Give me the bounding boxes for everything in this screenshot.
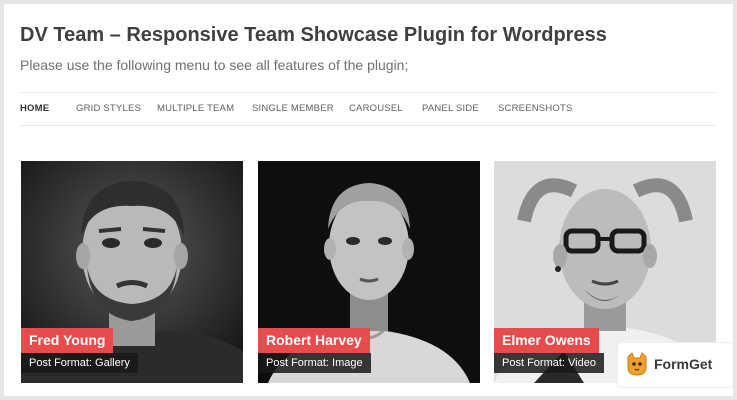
site-description: Please use the following menu to see all… [20, 57, 409, 73]
nav-top-divider [20, 92, 717, 93]
cat-logo-icon [627, 352, 647, 376]
formget-badge[interactable]: FormGet [618, 343, 733, 387]
member-name[interactable]: Elmer Owens [494, 328, 599, 353]
menu-item-carousel[interactable]: CAROUSEL [349, 103, 403, 114]
team-member-card[interactable]: Fred Young Post Format: Gallery [21, 161, 243, 383]
member-name[interactable]: Fred Young [21, 328, 114, 353]
post-format-label: Post Format: Gallery [21, 353, 138, 373]
site-title[interactable]: DV Team – Responsive Team Showcase Plugi… [20, 24, 607, 47]
member-name[interactable]: Robert Harvey [258, 328, 370, 353]
nav-bottom-divider [20, 125, 717, 126]
menu-item-multiple-team[interactable]: MULTIPLE TEAM [157, 103, 234, 114]
formget-logo-text: FormGet [654, 356, 713, 372]
post-format-label: Post Format: Video [494, 353, 604, 373]
page: DV Team – Responsive Team Showcase Plugi… [4, 4, 733, 396]
menu-item-home[interactable]: HOME [20, 103, 49, 114]
post-format-label: Post Format: Image [258, 353, 371, 373]
menu-item-grid-styles[interactable]: GRID STYLES [76, 103, 141, 114]
menu-item-screenshots[interactable]: SCREENSHOTS [498, 103, 573, 114]
team-member-card[interactable]: Robert Harvey Post Format: Image [258, 161, 480, 383]
menu-item-panel-side[interactable]: PANEL SIDE [422, 103, 479, 114]
menu-item-single-member[interactable]: SINGLE MEMBER [252, 103, 334, 114]
